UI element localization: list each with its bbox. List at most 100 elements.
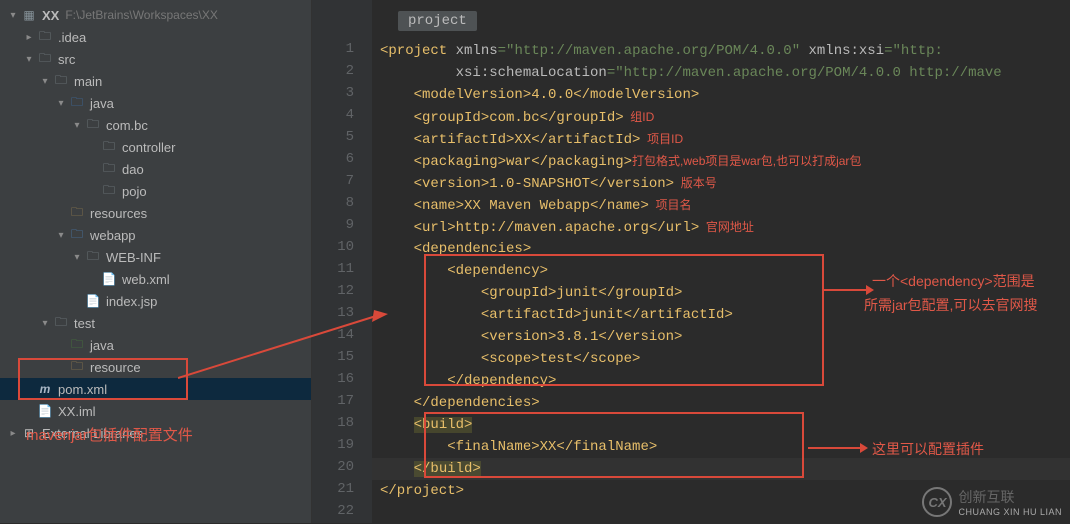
code-line: xsi:schemaLocation="http://maven.apache.… bbox=[372, 62, 1070, 84]
tree-item-combc[interactable]: ▾ 🗀 com.bc bbox=[0, 114, 311, 136]
expand-arrow[interactable]: ▾ bbox=[70, 120, 84, 131]
line-number: 4 bbox=[312, 104, 354, 126]
expand-arrow[interactable]: ▾ bbox=[38, 76, 52, 87]
code-line: <modelVersion>4.0.0</modelVersion> bbox=[372, 84, 1070, 106]
tree-item-test-resource[interactable]: 🗀 resource bbox=[0, 356, 311, 378]
module-icon: ▦ bbox=[20, 8, 38, 22]
tree-label: resource bbox=[90, 360, 141, 375]
code-line: <artifactId>XX</artifactId> 项目ID bbox=[372, 128, 1070, 150]
code-line: <groupId>junit</groupId> bbox=[372, 282, 1070, 304]
watermark-text-en: CHUANG XIN HU LIAN bbox=[958, 507, 1062, 517]
line-number: 16 bbox=[312, 368, 354, 390]
maven-file-icon: m bbox=[36, 382, 54, 396]
code-line: <dependencies> bbox=[372, 238, 1070, 260]
expand-arrow[interactable]: ▾ bbox=[70, 252, 84, 263]
tree-item-test-java[interactable]: 🗀 java bbox=[0, 334, 311, 356]
tree-item-pom[interactable]: m pom.xml bbox=[0, 378, 311, 400]
tree-item-xximl[interactable]: 📄 XX.iml bbox=[0, 400, 311, 422]
code-line: <version>1.0-SNAPSHOT</version> 版本号 bbox=[372, 172, 1070, 194]
line-number: 8 bbox=[312, 192, 354, 214]
tree-item-dao[interactable]: 🗀 dao bbox=[0, 158, 311, 180]
tree-label: .idea bbox=[58, 30, 86, 45]
watermark-logo-icon: CX bbox=[922, 487, 952, 517]
code-line: <dependency> bbox=[372, 260, 1070, 282]
code-line: </dependencies> bbox=[372, 392, 1070, 414]
tree-item-external-libraries[interactable]: ▸ ⊞ External Libraries bbox=[0, 422, 311, 444]
line-number: 22 bbox=[312, 500, 354, 522]
tree-item-java[interactable]: ▾ 🗀 java bbox=[0, 92, 311, 114]
project-root[interactable]: ▾ ▦ XX F:\JetBrains\Workspaces\XX bbox=[0, 4, 311, 26]
tree-label: WEB-INF bbox=[106, 250, 161, 265]
folder-icon: 🗀 bbox=[36, 27, 54, 48]
tree-item-idea[interactable]: ▸ 🗀 .idea bbox=[0, 26, 311, 48]
folder-icon: 🗀 bbox=[36, 49, 54, 70]
code-line: <scope>test</scope> bbox=[372, 348, 1070, 370]
expand-arrow[interactable]: ▾ bbox=[22, 54, 36, 65]
test-folder-icon: 🗀 bbox=[68, 335, 86, 356]
line-number: 13 bbox=[312, 302, 354, 324]
watermark-text-cn: 创新互联 bbox=[958, 487, 1062, 507]
tree-item-pojo[interactable]: 🗀 pojo bbox=[0, 180, 311, 202]
tree-label: pojo bbox=[122, 184, 147, 199]
line-number: 21 bbox=[312, 478, 354, 500]
folder-icon: 🗀 bbox=[52, 71, 70, 92]
tree-label: com.bc bbox=[106, 118, 148, 133]
tree-label: resources bbox=[90, 206, 147, 221]
tree-item-controller[interactable]: 🗀 controller bbox=[0, 136, 311, 158]
collapse-arrow[interactable]: ▸ bbox=[6, 428, 20, 439]
expand-arrow[interactable]: ▾ bbox=[6, 10, 20, 21]
expand-arrow[interactable]: ▾ bbox=[54, 230, 68, 241]
source-folder-icon: 🗀 bbox=[68, 93, 86, 114]
tree-item-indexjsp[interactable]: 📄 index.jsp bbox=[0, 290, 311, 312]
tree-label: XX.iml bbox=[58, 404, 96, 419]
breadcrumb: project bbox=[372, 6, 1070, 40]
line-number: 3 bbox=[312, 82, 354, 104]
tree-label: web.xml bbox=[122, 272, 170, 287]
tree-item-webinf[interactable]: ▾ 🗀 WEB-INF bbox=[0, 246, 311, 268]
web-folder-icon: 🗀 bbox=[68, 225, 86, 246]
line-number: 2 bbox=[312, 60, 354, 82]
code-editor[interactable]: project <project xmlns="http://maven.apa… bbox=[372, 0, 1070, 523]
code-line: </build> bbox=[372, 458, 1070, 480]
line-number: 10 bbox=[312, 236, 354, 258]
code-line: <url>http://maven.apache.org</url> 官网地址 bbox=[372, 216, 1070, 238]
tree-item-src[interactable]: ▾ 🗀 src bbox=[0, 48, 311, 70]
line-number: 15 bbox=[312, 346, 354, 368]
code-line: <name>XX Maven Webapp</name> 项目名 bbox=[372, 194, 1070, 216]
tree-item-resources[interactable]: 🗀 resources bbox=[0, 202, 311, 224]
resources-folder-icon: 🗀 bbox=[68, 357, 86, 378]
tree-item-webapp[interactable]: ▾ 🗀 webapp bbox=[0, 224, 311, 246]
code-line: <artifactId>junit</artifactId> bbox=[372, 304, 1070, 326]
tree-label: dao bbox=[122, 162, 144, 177]
line-number: 17 bbox=[312, 390, 354, 412]
resources-folder-icon: 🗀 bbox=[68, 203, 86, 224]
line-number: 14 bbox=[312, 324, 354, 346]
file-icon: 📄 bbox=[36, 404, 54, 418]
tree-label: test bbox=[74, 316, 95, 331]
tree-item-webxml[interactable]: 📄 web.xml bbox=[0, 268, 311, 290]
folder-icon: 🗀 bbox=[52, 313, 70, 334]
code-line: <version>3.8.1</version> bbox=[372, 326, 1070, 348]
library-icon: ⊞ bbox=[20, 426, 38, 440]
code-line: <project xmlns="http://maven.apache.org/… bbox=[372, 40, 1070, 62]
expand-arrow[interactable]: ▾ bbox=[54, 98, 68, 109]
tree-label: index.jsp bbox=[106, 294, 157, 309]
breadcrumb-item[interactable]: project bbox=[398, 11, 477, 31]
tree-label: src bbox=[58, 52, 75, 67]
line-number-gutter: 1 2 3 4 5 6 7 8 9 10 11 12 13 14 15 16 1… bbox=[312, 0, 372, 523]
package-icon: 🗀 bbox=[84, 115, 102, 136]
code-line: </dependency> bbox=[372, 370, 1070, 392]
jsp-file-icon: 📄 bbox=[84, 294, 102, 308]
expand-arrow[interactable]: ▾ bbox=[38, 318, 52, 329]
package-icon: 🗀 bbox=[100, 137, 118, 158]
collapse-arrow[interactable]: ▸ bbox=[22, 32, 36, 43]
tree-label: pom.xml bbox=[58, 382, 107, 397]
project-name: XX bbox=[42, 8, 59, 23]
tree-label: External Libraries bbox=[42, 426, 143, 441]
tree-item-test[interactable]: ▾ 🗀 test bbox=[0, 312, 311, 334]
line-number: 11 bbox=[312, 258, 354, 280]
tree-label: main bbox=[74, 74, 102, 89]
package-icon: 🗀 bbox=[100, 159, 118, 180]
tree-item-main[interactable]: ▾ 🗀 main bbox=[0, 70, 311, 92]
tree-label: controller bbox=[122, 140, 175, 155]
